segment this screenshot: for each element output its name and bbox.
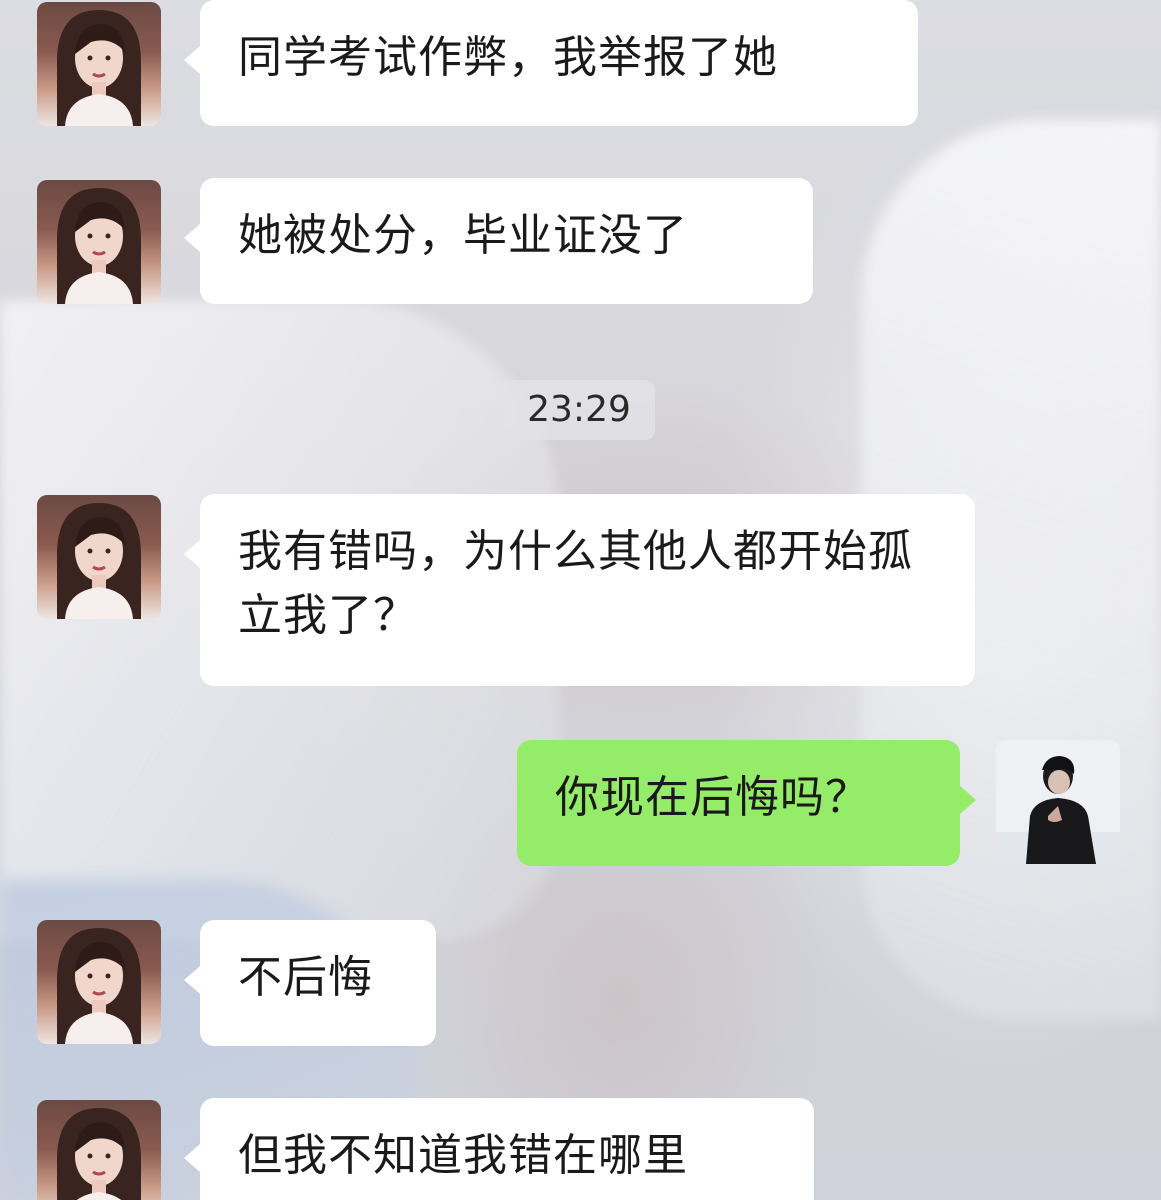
contact-avatar-icon (57, 928, 141, 1044)
contact-avatar-icon (57, 503, 141, 619)
contact-avatar[interactable] (37, 2, 161, 126)
message-bubble[interactable]: 不后悔 (184, 920, 436, 1046)
contact-avatar-icon (57, 188, 141, 304)
message-bubble[interactable]: 同学考试作弊，我举报了她 (184, 0, 918, 126)
contact-avatar[interactable] (37, 920, 161, 1044)
message-text: 我有错吗，为什么其他人都开始孤立我了？ (238, 526, 913, 641)
message-timestamp: 23:29 (503, 380, 655, 440)
contact-avatar[interactable] (37, 495, 161, 619)
contact-avatar-icon (57, 10, 141, 126)
user-avatar[interactable] (996, 740, 1120, 864)
user-avatar-icon (996, 740, 1120, 864)
message-text: 她被处分，毕业证没了 (238, 210, 688, 261)
message-bubble[interactable]: 但我不知道我错在哪里 (184, 1098, 814, 1200)
contact-avatar[interactable] (37, 1100, 161, 1200)
message-text: 同学考试作弊，我举报了她 (238, 32, 778, 83)
message-bubble-outgoing[interactable]: 你现在后悔吗？ (517, 740, 976, 866)
message-bubble[interactable]: 我有错吗，为什么其他人都开始孤立我了？ (184, 494, 975, 686)
message-text: 但我不知道我错在哪里 (238, 1130, 688, 1181)
contact-avatar[interactable] (37, 180, 161, 304)
message-text: 你现在后悔吗？ (555, 772, 870, 823)
message-text: 不后悔 (238, 952, 373, 1003)
contact-avatar-icon (57, 1108, 141, 1200)
message-bubble[interactable]: 她被处分，毕业证没了 (184, 178, 813, 304)
